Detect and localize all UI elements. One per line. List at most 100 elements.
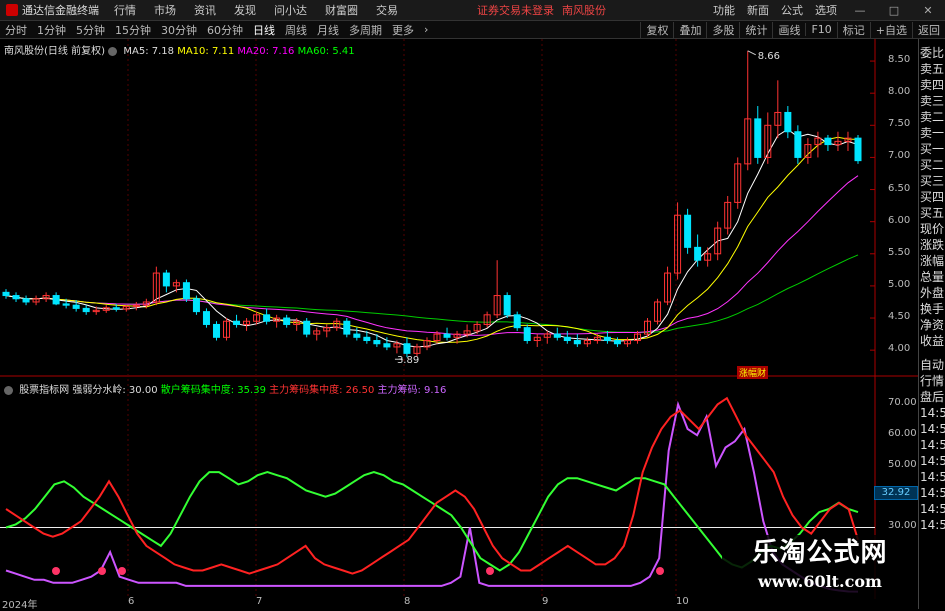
menu-ask-xiaoda[interactable]: 问小达: [265, 2, 316, 18]
multi-stock-button[interactable]: 多股: [706, 21, 739, 38]
candle-body: [283, 317, 291, 325]
draw-line-button[interactable]: 画线: [772, 21, 805, 38]
sidebar-item: 卖三: [920, 94, 945, 108]
candle-body: [22, 298, 30, 303]
sidebar-item: 换手: [920, 302, 945, 316]
time-tick: 10: [676, 596, 689, 607]
high-pointer: [747, 50, 756, 56]
period-intraday[interactable]: 分时: [0, 22, 32, 38]
sidebar-item: 14:50: [920, 438, 945, 452]
sidebar-item: 14:50: [920, 454, 945, 468]
candle-body: [162, 272, 170, 287]
sidebar-item: 买一: [920, 142, 945, 156]
period-monthly[interactable]: 月线: [312, 22, 344, 38]
menu-trade[interactable]: 交易: [367, 2, 407, 18]
main-chip-label: 主力筹码: 9.16: [377, 385, 447, 396]
menu-options[interactable]: 选项: [809, 2, 843, 18]
mark-button[interactable]: 标记: [836, 21, 870, 38]
price-tick: 4.50: [888, 311, 911, 323]
time-tick: 8: [404, 596, 411, 607]
settings-dot-icon[interactable]: [108, 46, 118, 56]
menu-function[interactable]: 功能: [707, 2, 741, 18]
ma60-label: MA60: 5.41: [297, 46, 355, 57]
menu-new-page[interactable]: 新面: [741, 2, 775, 18]
candle-body: [363, 336, 371, 342]
period-more[interactable]: 更多: [387, 22, 419, 38]
stock-tag[interactable]: 涨幅财: [737, 366, 769, 379]
period-toolbar: 分时 1分钟 5分钟 15分钟 30分钟 60分钟 日线 周线 月线 多周期 更…: [0, 21, 945, 39]
sidebar-item: 净资: [920, 318, 945, 332]
retail-label: 散户筹码集中度: 35.39: [160, 385, 266, 396]
back-button[interactable]: 返回: [912, 21, 945, 38]
minimize-button[interactable]: —: [843, 4, 877, 17]
price-tick: 7.00: [888, 150, 911, 162]
sidebar-item: 涨跌: [920, 238, 945, 252]
menu-bar: 通达信金融终端 行情 市场 资讯 发现 问小达 财富圈 交易 证券交易未登录 南…: [0, 0, 945, 21]
signal-marker: [52, 567, 60, 575]
menu-quotes[interactable]: 行情: [105, 2, 145, 18]
period-multi[interactable]: 多周期: [344, 22, 387, 38]
menu-news[interactable]: 资讯: [185, 2, 225, 18]
price-tick: 4.00: [888, 343, 911, 355]
candle-body: [403, 343, 411, 354]
add-watchlist-button[interactable]: +自选: [869, 21, 912, 38]
sidebar-item: 卖二: [920, 110, 945, 124]
candle-body: [2, 291, 10, 297]
candle-body: [613, 340, 621, 345]
ma60-line: [5, 254, 859, 333]
sidebar-item: 14:50: [920, 470, 945, 484]
menu-discover[interactable]: 发现: [225, 2, 265, 18]
signal-marker: [118, 567, 126, 575]
sidebar-item: 自动: [920, 358, 945, 372]
indicator-name: 股票指标网: [19, 385, 70, 396]
candle-body: [303, 320, 311, 335]
chevron-right-icon[interactable]: ›: [419, 23, 433, 36]
period-15min[interactable]: 15分钟: [110, 22, 156, 38]
candle-body: [192, 298, 200, 313]
adjust-button[interactable]: 复权: [640, 21, 673, 38]
candle-body: [212, 323, 221, 338]
candle-body: [854, 137, 862, 162]
candle-body: [553, 333, 561, 338]
settings-dot-icon[interactable]: [4, 385, 13, 395]
sidebar-item: 14:50: [920, 502, 945, 516]
watermark-url: www.60lt.com: [758, 572, 882, 591]
close-button[interactable]: ✕: [911, 4, 945, 17]
overlay-button[interactable]: 叠加: [673, 21, 706, 38]
period-1min[interactable]: 1分钟: [32, 22, 71, 38]
menu-wealth-circle[interactable]: 财富圈: [316, 2, 367, 18]
menu-market[interactable]: 市场: [145, 2, 185, 18]
price-tick: 7.50: [888, 118, 911, 130]
candle-body: [353, 333, 361, 338]
period-5min[interactable]: 5分钟: [71, 22, 110, 38]
candle-body: [52, 295, 60, 305]
app-logo[interactable]: 通达信金融终端: [0, 2, 105, 18]
price-tick: 8.00: [888, 86, 911, 98]
sidebar-item: 盘后: [920, 390, 945, 404]
period-daily[interactable]: 日线: [248, 22, 280, 38]
candle-body: [383, 343, 391, 348]
sidebar-item: 委比: [920, 46, 945, 60]
sidebar-item: 卖四: [920, 78, 945, 92]
login-notice[interactable]: 证券交易未登录: [477, 2, 554, 18]
sidebar-item: 现价: [920, 222, 945, 236]
candle-body: [824, 137, 832, 146]
sidebar-item: 14:50: [920, 422, 945, 436]
candle-body: [684, 214, 692, 248]
candle-body: [784, 111, 792, 133]
statistics-button[interactable]: 统计: [739, 21, 772, 38]
indicator-tick: 50.00: [888, 458, 917, 470]
kline-chart[interactable]: 8.66 3.89: [0, 39, 918, 609]
menu-formula[interactable]: 公式: [775, 2, 809, 18]
quote-sidebar: 委比 卖五 卖四 卖三 卖二 卖一 买一 买二 买三 买四 买五 现价 涨跌 涨幅 总量 外盘 换手 净资 收益 自动…: [918, 39, 945, 609]
candle-body: [373, 340, 381, 345]
maximize-button[interactable]: □: [877, 4, 911, 17]
period-60min[interactable]: 60分钟: [202, 22, 248, 38]
period-weekly[interactable]: 周线: [280, 22, 312, 38]
period-30min[interactable]: 30分钟: [156, 22, 202, 38]
ma-lines: [5, 128, 859, 348]
candle-body: [202, 311, 210, 325]
f10-button[interactable]: F10: [805, 23, 836, 36]
candle-body: [603, 336, 611, 342]
candle-body: [573, 340, 581, 345]
